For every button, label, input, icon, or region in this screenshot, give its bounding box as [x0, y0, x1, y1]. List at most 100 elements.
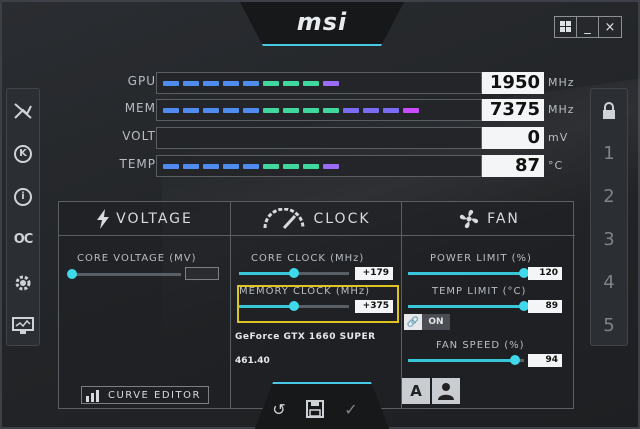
power-limit-value[interactable]: 120: [528, 267, 562, 280]
profile-2[interactable]: 2: [591, 175, 627, 218]
core-voltage-label: CORE VOLTAGE (MV): [77, 253, 197, 264]
monitor-bar-segment: [243, 81, 259, 86]
user-icon: [438, 383, 454, 400]
mem-unit: MHz: [548, 103, 575, 116]
bottom-toolbar: ↺ ✓: [254, 382, 390, 429]
lightning-icon: [97, 208, 110, 229]
save-button[interactable]: [304, 398, 326, 420]
temp-limit-slider[interactable]: [408, 301, 529, 311]
fan-speed-value[interactable]: 94: [528, 354, 562, 367]
monitor-bar-segment: [303, 108, 319, 113]
fan-header: FAN: [402, 202, 575, 236]
temp-limit-fill: [408, 305, 524, 308]
settings-gear-icon: [15, 275, 31, 290]
k-boost-icon: K: [14, 144, 32, 163]
core-voltage-thumb[interactable]: [67, 269, 77, 279]
core-voltage-value[interactable]: [185, 267, 219, 280]
lock-button[interactable]: [591, 89, 627, 132]
mem-label: MEM: [124, 101, 156, 115]
monitor-bar-segment: [263, 164, 279, 169]
power-limit-slider[interactable]: [408, 268, 529, 278]
mem-value: 7375: [482, 99, 544, 121]
gpu-value: 1950: [482, 72, 544, 94]
monitor-button[interactable]: [7, 304, 39, 347]
info-icon: i: [14, 187, 32, 206]
memory-clock-thumb[interactable]: [289, 301, 299, 311]
apply-button[interactable]: ✓: [340, 398, 362, 420]
monitor-bar-segment: [203, 164, 219, 169]
curve-editor-button[interactable]: CURVE EDITOR: [81, 386, 209, 404]
info-button[interactable]: i: [7, 175, 39, 218]
oc-scanner-button[interactable]: [7, 89, 39, 132]
volt-monitor-row: VOLT 0 mV: [108, 127, 567, 149]
fan-icon: [459, 209, 479, 228]
temp-bar-box: [156, 155, 482, 177]
fan-speed-thumb[interactable]: [509, 355, 520, 365]
link-toggle[interactable]: 🔗 ON: [404, 314, 450, 330]
volt-bar: [163, 136, 463, 141]
monitor-bar-segment: [223, 108, 239, 113]
fan-speed-slider[interactable]: [408, 355, 524, 365]
monitor-bar-segment: [163, 164, 179, 169]
settings-button[interactable]: [7, 261, 39, 304]
profile-5[interactable]: 5: [591, 304, 627, 347]
window-controls: _ ×: [554, 16, 622, 38]
temp-label: TEMP: [119, 157, 156, 171]
apply-check-icon: ✓: [344, 399, 358, 419]
monitor-bar-segment: [323, 108, 339, 113]
left-sidebar: K i OC: [6, 88, 40, 346]
temp-bar: [163, 164, 463, 169]
gpu-bar-box: [156, 72, 482, 94]
temp-value: 87: [482, 155, 544, 177]
temp-limit-value[interactable]: 89: [528, 300, 562, 313]
control-panel: VOLTAGE CORE VOLTAGE (MV) CURVE EDITOR C…: [58, 201, 575, 409]
core-voltage-slider[interactable]: [67, 269, 181, 279]
monitor-bar-segment: [283, 164, 299, 169]
k-boost-button[interactable]: K: [7, 132, 39, 175]
msi-logo: msi: [296, 8, 348, 36]
monitor-bar-segment: [363, 108, 379, 113]
profile-4[interactable]: 4: [591, 261, 627, 304]
profile-1[interactable]: 1: [591, 132, 627, 175]
memory-clock-value[interactable]: +375: [355, 300, 393, 313]
windows-icon[interactable]: [555, 17, 577, 37]
monitor-bar-segment: [183, 108, 199, 113]
minimize-button[interactable]: _: [577, 17, 599, 37]
fan-auto-button[interactable]: A: [402, 378, 430, 404]
monitor-bar-segment: [223, 81, 239, 86]
right-sidebar: 1 2 3 4 5: [590, 88, 628, 346]
monitor-bar-segment: [383, 108, 399, 113]
monitor-bar-segment: [323, 81, 339, 86]
core-clock-value[interactable]: +179: [355, 267, 393, 280]
save-icon: [306, 400, 324, 418]
reset-button[interactable]: ↺: [268, 398, 290, 420]
core-clock-slider[interactable]: [239, 268, 349, 278]
monitor-bar-segment: [263, 81, 279, 86]
core-clock-thumb[interactable]: [289, 268, 299, 278]
fan-user-button[interactable]: [432, 378, 460, 404]
mem-monitor-row: MEM 7375 MHz: [108, 99, 574, 121]
afterburner-window: msi _ × K i OC 1 2 3 4 5 GPU 1950 MHz ME…: [0, 0, 640, 429]
link-icon: 🔗: [404, 314, 422, 330]
voltage-section: VOLTAGE CORE VOLTAGE (MV) CURVE EDITOR: [59, 202, 231, 408]
monitor-bar-segment: [163, 81, 179, 86]
profile-3[interactable]: 3: [591, 218, 627, 261]
monitor-bar-segment: [303, 164, 319, 169]
gpu-info: GeForce GTX 1660 SUPER 461.40: [235, 332, 399, 376]
lock-icon: [603, 101, 615, 119]
speedometer-icon: [263, 207, 305, 229]
core-clock-label: CORE CLOCK (MHz): [251, 253, 365, 264]
monitor-bar-segment: [203, 108, 219, 113]
clock-header: CLOCK: [231, 202, 401, 236]
mem-bar-box: [156, 99, 482, 121]
mem-bar: [163, 108, 463, 113]
memory-clock-slider[interactable]: [239, 301, 349, 311]
voltage-title: VOLTAGE: [116, 210, 193, 227]
oc-button[interactable]: OC: [7, 218, 39, 261]
fan-section: FAN POWER LIMIT (%) 120 TEMP LIMIT (°C) …: [402, 202, 575, 408]
temp-monitor-row: TEMP 87 °C: [108, 155, 562, 177]
volt-label: VOLT: [122, 129, 156, 143]
close-button[interactable]: ×: [599, 17, 621, 37]
logo-notch: msi: [240, 2, 404, 46]
gpu-unit: MHz: [548, 76, 575, 89]
